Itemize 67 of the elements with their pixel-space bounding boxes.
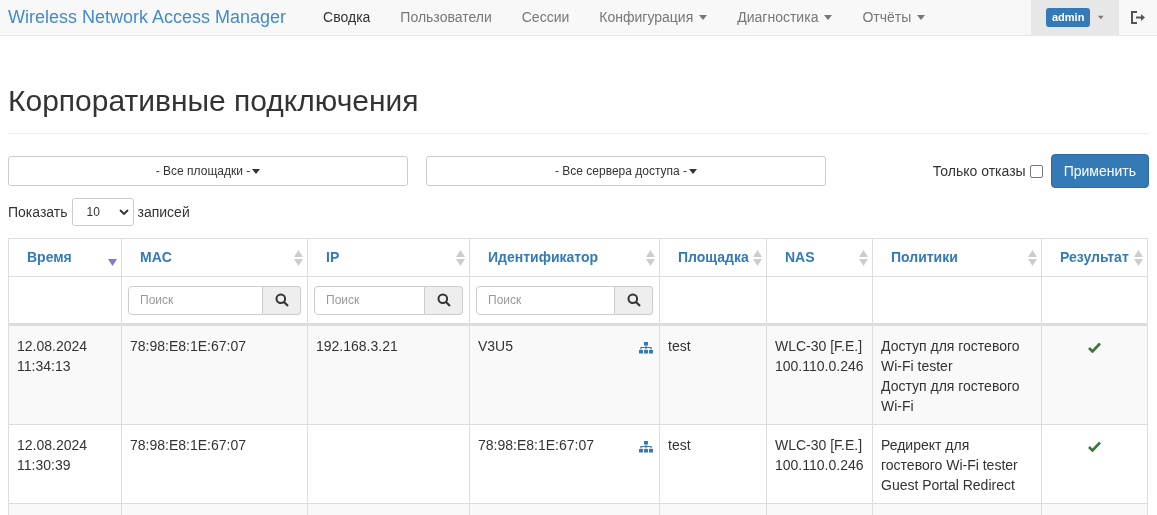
search-field[interactable]: Поиск — [314, 285, 425, 315]
column-header[interactable]: Политики — [873, 239, 1041, 276]
apply-button[interactable]: Применить — [1050, 154, 1149, 188]
sort-icon — [456, 249, 465, 266]
search-button[interactable] — [615, 285, 653, 315]
search-icon — [436, 293, 451, 307]
cell-text: 78:98:E8:1E:67:07 — [130, 436, 247, 455]
checkbox[interactable] — [1029, 164, 1043, 178]
search-icon — [274, 293, 289, 307]
caret-icon — [252, 168, 261, 174]
search-button[interactable] — [425, 285, 463, 315]
search-icon — [626, 293, 641, 307]
sort-icon — [294, 249, 303, 266]
user-menu[interactable]: admin — [1031, 0, 1119, 35]
sort-icon — [859, 249, 868, 266]
caret-icon — [1098, 15, 1104, 20]
checkbox-label: Только отказы — [932, 161, 1026, 181]
caret-icon — [689, 168, 698, 174]
sort-icon — [646, 249, 655, 266]
nav-tab[interactable]: Диагностика — [722, 0, 848, 35]
dropdown-button[interactable]: - Все сервера доступа - — [426, 156, 826, 186]
nav-tab[interactable]: Пользователи — [385, 0, 507, 35]
chevron-icon — [118, 209, 129, 215]
column-header[interactable]: Площадка — [660, 239, 766, 276]
column-header[interactable]: IP — [308, 239, 469, 276]
column-header[interactable]: NAS — [767, 239, 872, 276]
logout-icon — [1131, 11, 1145, 24]
cell-text: Доступ для гостевого Wi-Fi — [881, 377, 1021, 416]
cell-text: 12.08.2024 — [17, 436, 89, 455]
records-label: записей — [137, 202, 190, 222]
hierarchy-icon[interactable] — [639, 441, 653, 453]
cell-text: Доступ для гостевого Wi-Fi tester — [881, 337, 1021, 376]
search-button[interactable] — [263, 285, 301, 315]
cell-text: 100.110.0.246 — [775, 357, 864, 376]
cell-text: V3U5 — [478, 337, 514, 356]
brand-link[interactable]: Wireless Network Access Manager — [0, 0, 295, 35]
column-header[interactable]: Время — [9, 239, 121, 276]
dropdown-button[interactable]: - Все площадки - — [8, 156, 408, 186]
sort-descending-icon — [108, 259, 117, 266]
page-size-select[interactable]: 10 — [71, 198, 134, 226]
show-label: Показать — [8, 202, 68, 222]
nav-tab[interactable]: Отчёты — [847, 0, 941, 35]
nav-tab[interactable]: Конфигурация — [584, 0, 723, 35]
cell-text: 12.08.2024 — [17, 337, 89, 356]
sort-icon — [1134, 249, 1143, 266]
sort-icon — [753, 249, 762, 266]
sort-icon — [1028, 249, 1037, 266]
page-title: Корпоративные подключения — [8, 84, 419, 117]
cell-text: Guest Portal Redirect — [881, 476, 1016, 495]
hierarchy-icon[interactable] — [639, 342, 653, 354]
cell-text: 78:98:E8:1E:67:07 — [478, 436, 594, 455]
cell-text: test — [668, 436, 692, 455]
cell-text: Редирект для гостевого Wi-Fi tester — [881, 436, 1019, 475]
column-header[interactable]: Идентификатор — [470, 239, 659, 276]
column-header[interactable]: MAC — [122, 239, 307, 276]
cell-text: WLC-30 [F.E.] — [775, 337, 864, 356]
cell-text: 11:34:13 — [17, 357, 72, 376]
search-field[interactable]: Поиск — [476, 285, 615, 315]
cell-text: test — [668, 337, 692, 356]
cell-text: 100.110.0.246 — [775, 456, 864, 475]
cell-text: 78:98:E8:1E:67:07 — [130, 337, 247, 356]
column-header[interactable]: Результат — [1042, 239, 1147, 276]
cell-text: 192.168.3.21 — [316, 337, 399, 356]
cell-text: WLC-30 [F.E.] — [775, 436, 864, 455]
nav-tab[interactable]: Сессии — [506, 0, 585, 35]
cell-text: 11:30:39 — [17, 456, 72, 475]
search-field[interactable]: Поиск — [128, 285, 263, 315]
